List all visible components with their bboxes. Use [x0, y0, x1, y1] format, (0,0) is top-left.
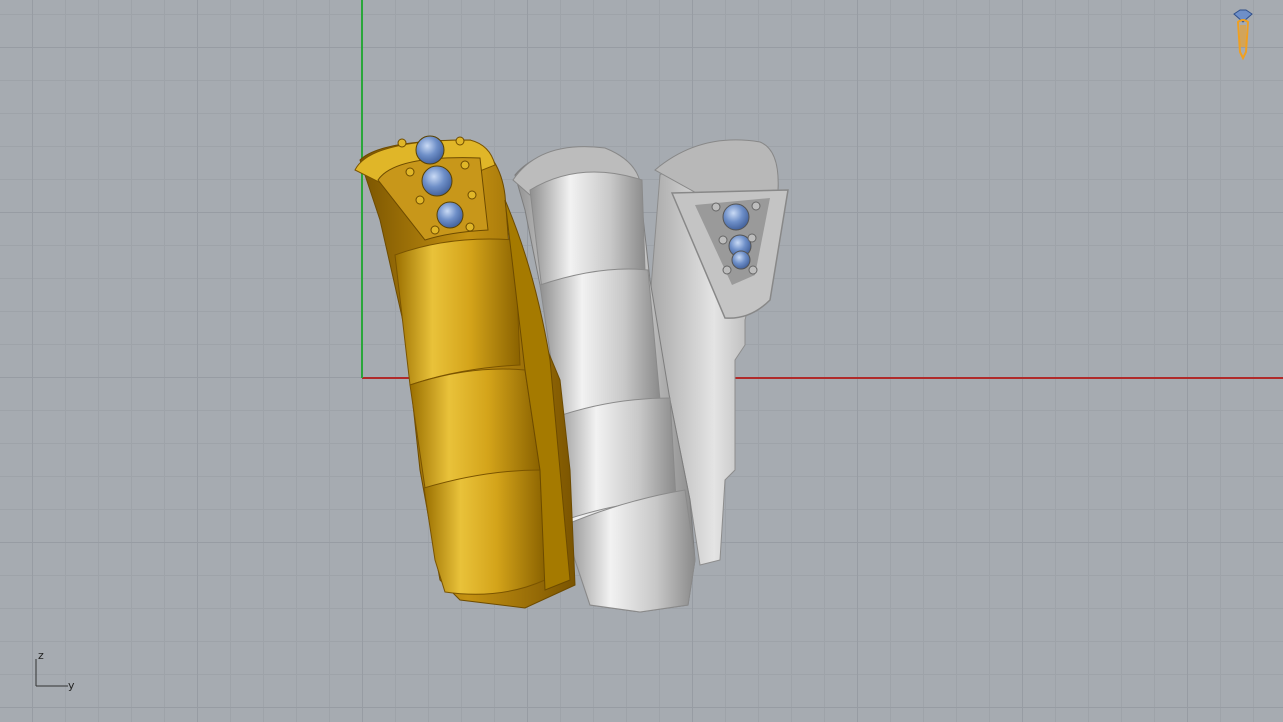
ring-render-mode-icon[interactable] [1228, 8, 1258, 64]
gizmo-z-label: z [38, 649, 44, 662]
viewport-3d[interactable]: z y [0, 0, 1283, 722]
axis-gizmo: z y [30, 645, 90, 695]
model-render[interactable] [0, 0, 1283, 722]
gizmo-y-label: y [68, 679, 75, 692]
